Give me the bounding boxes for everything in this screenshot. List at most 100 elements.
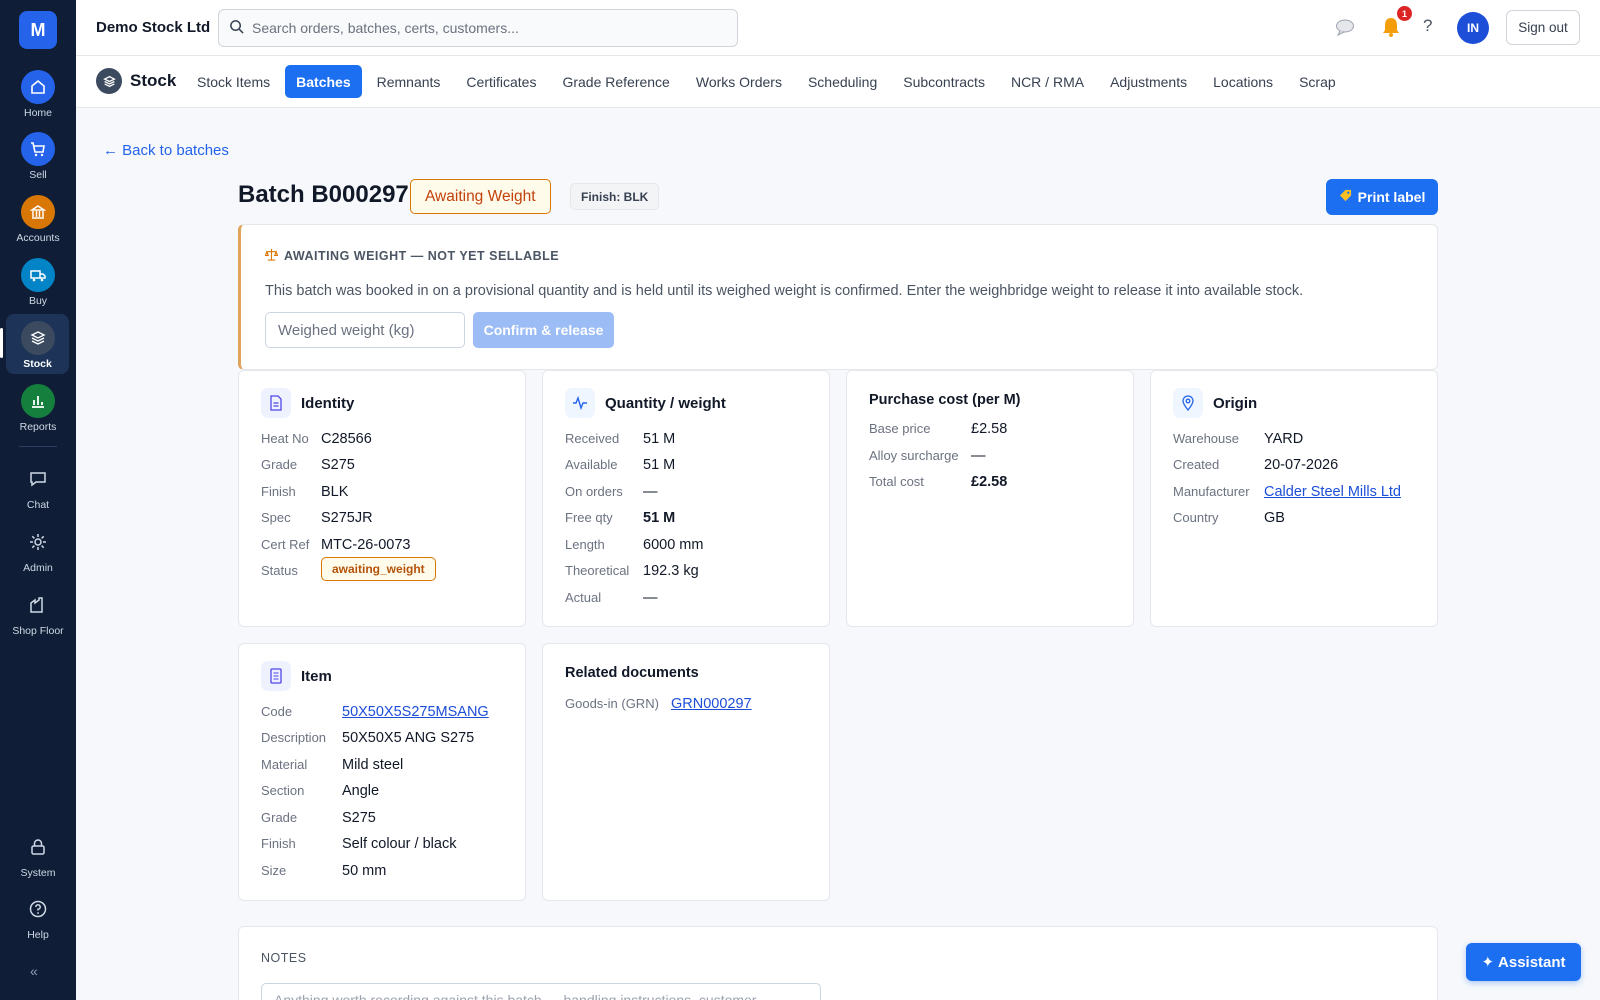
assistant-button[interactable]: ✦ Assistant [1466, 943, 1581, 981]
tab-subcontracts[interactable]: Subcontracts [892, 65, 996, 98]
home-icon [21, 70, 55, 104]
field-label: Code [261, 704, 293, 719]
nav-label: Chat [26, 499, 50, 511]
tab-certificates[interactable]: Certificates [455, 65, 547, 98]
weighed-weight-input[interactable] [265, 312, 465, 348]
tab-grade-reference[interactable]: Grade Reference [551, 65, 680, 98]
nav-reports[interactable]: Reports [0, 384, 76, 433]
identity-row: Heat No C28566 [261, 431, 372, 447]
tab-scrap[interactable]: Scrap [1288, 65, 1347, 98]
status-chip: awaiting_weight [321, 557, 436, 581]
notes-label: NOTES [261, 951, 307, 965]
bar-chart-icon [21, 384, 55, 418]
nav-help[interactable]: Help [0, 892, 76, 941]
field-label: Manufacturer [1173, 484, 1250, 499]
nav-label: Reports [19, 421, 57, 433]
quantity-row: Actual — [565, 590, 658, 606]
app-logo[interactable]: M [19, 11, 57, 49]
field-value: — [643, 589, 658, 606]
identity-row: Grade S275 [261, 457, 355, 473]
field-value: GB [1264, 509, 1285, 526]
nav-label: Stock [23, 358, 52, 370]
quantity-card: Quantity / weight Received 51 M Available… [542, 370, 830, 627]
stock-layers-icon [96, 68, 122, 94]
origin-row: Created 20-07-2026 [1173, 457, 1338, 473]
nav-shop-floor[interactable]: Shop Floor [0, 588, 76, 637]
field-value: S275 [342, 809, 376, 826]
field-label: Grade [261, 810, 298, 825]
tab-remnants[interactable]: Remnants [366, 65, 452, 98]
field-label: Country [1173, 510, 1219, 525]
item-row: Size 50 mm [261, 863, 386, 879]
field-value: £2.58 [971, 420, 1008, 437]
grn-link[interactable]: GRN000297 [671, 696, 752, 712]
field-label: Alloy surcharge [869, 448, 959, 463]
truck-icon [21, 258, 55, 292]
global-search[interactable] [218, 9, 738, 47]
nav-system[interactable]: System [0, 830, 76, 879]
origin-header: Origin [1173, 388, 1257, 418]
scale-icon [264, 248, 279, 264]
nav-label: System [20, 867, 56, 879]
collapse-sidebar-button[interactable]: « [30, 963, 38, 979]
top-bar: Demo Stock Ltd 1 ? IN Sign out [76, 0, 1600, 56]
tab-scheduling[interactable]: Scheduling [797, 65, 888, 98]
module-tabs: Stock Items Batches Remnants Certificate… [186, 65, 1347, 98]
field-label: Length [565, 537, 605, 552]
nav-stock[interactable]: Stock [0, 314, 69, 374]
nav-sell[interactable]: Sell [0, 132, 76, 181]
factory-icon [21, 588, 55, 622]
tab-works-orders[interactable]: Works Orders [685, 65, 793, 98]
field-value: 51 M [643, 509, 676, 526]
quantity-row: Theoretical 192.3 kg [565, 563, 699, 579]
status-badge: Awaiting Weight [410, 179, 551, 214]
tab-batches[interactable]: Batches [285, 65, 362, 98]
tab-ncr-rma[interactable]: NCR / RMA [1000, 65, 1095, 98]
quantity-header: Quantity / weight [565, 388, 726, 418]
nav-accounts[interactable]: Accounts [0, 195, 76, 244]
help-icon[interactable]: ? [1423, 16, 1432, 36]
notes-textarea[interactable] [261, 983, 821, 1000]
tab-adjustments[interactable]: Adjustments [1099, 65, 1198, 98]
assistant-label: Assistant [1498, 953, 1566, 971]
identity-row: Spec S275JR [261, 510, 373, 526]
field-label: Size [261, 863, 287, 878]
module-title: Stock [130, 71, 177, 90]
item-code-link[interactable]: 50X50X5S275MSANG [342, 704, 489, 720]
print-label-button[interactable]: Print label [1326, 179, 1438, 215]
quantity-row: Available 51 M [565, 457, 675, 473]
field-label: Section [261, 783, 305, 798]
nav-chat[interactable]: Chat [0, 462, 76, 511]
confirm-release-button[interactable]: Confirm & release [473, 312, 614, 348]
chat-bubble-icon[interactable] [1335, 18, 1355, 39]
field-label: Warehouse [1173, 431, 1239, 446]
company-name: Demo Stock Ltd [96, 19, 211, 36]
field-label: Spec [261, 510, 291, 525]
field-label: Total cost [869, 474, 924, 489]
search-input[interactable] [252, 20, 722, 36]
nav-home[interactable]: Home [0, 70, 76, 119]
field-label: Material [261, 757, 308, 772]
related-documents-title: Related documents [565, 665, 699, 681]
lock-icon [21, 830, 55, 864]
nav-buy[interactable]: Buy [0, 258, 76, 307]
bell-icon[interactable] [1381, 16, 1401, 41]
field-value: 51 M [643, 456, 676, 473]
document-icon [261, 388, 291, 418]
nav-admin[interactable]: Admin [0, 525, 76, 574]
tab-stock-items[interactable]: Stock Items [186, 65, 281, 98]
nav-label: Buy [28, 295, 48, 307]
tab-locations[interactable]: Locations [1202, 65, 1284, 98]
field-value: 51 M [643, 430, 676, 447]
purchase-cost-card: Purchase cost (per M) Base price £2.58 Al… [846, 370, 1134, 627]
origin-row: Warehouse YARD [1173, 431, 1303, 447]
sign-out-button[interactable]: Sign out [1506, 10, 1580, 45]
list-document-icon [261, 661, 291, 691]
manufacturer-link[interactable]: Calder Steel Mills Ltd [1264, 484, 1401, 500]
back-to-batches-link[interactable]: ← Back to batches [103, 142, 229, 159]
chat-icon [21, 462, 55, 496]
field-label: Grade [261, 457, 298, 472]
user-avatar[interactable]: IN [1457, 12, 1489, 44]
origin-card: Origin Warehouse YARD Created 20-07-2026 M… [1150, 370, 1438, 627]
field-label: Heat No [261, 431, 309, 446]
